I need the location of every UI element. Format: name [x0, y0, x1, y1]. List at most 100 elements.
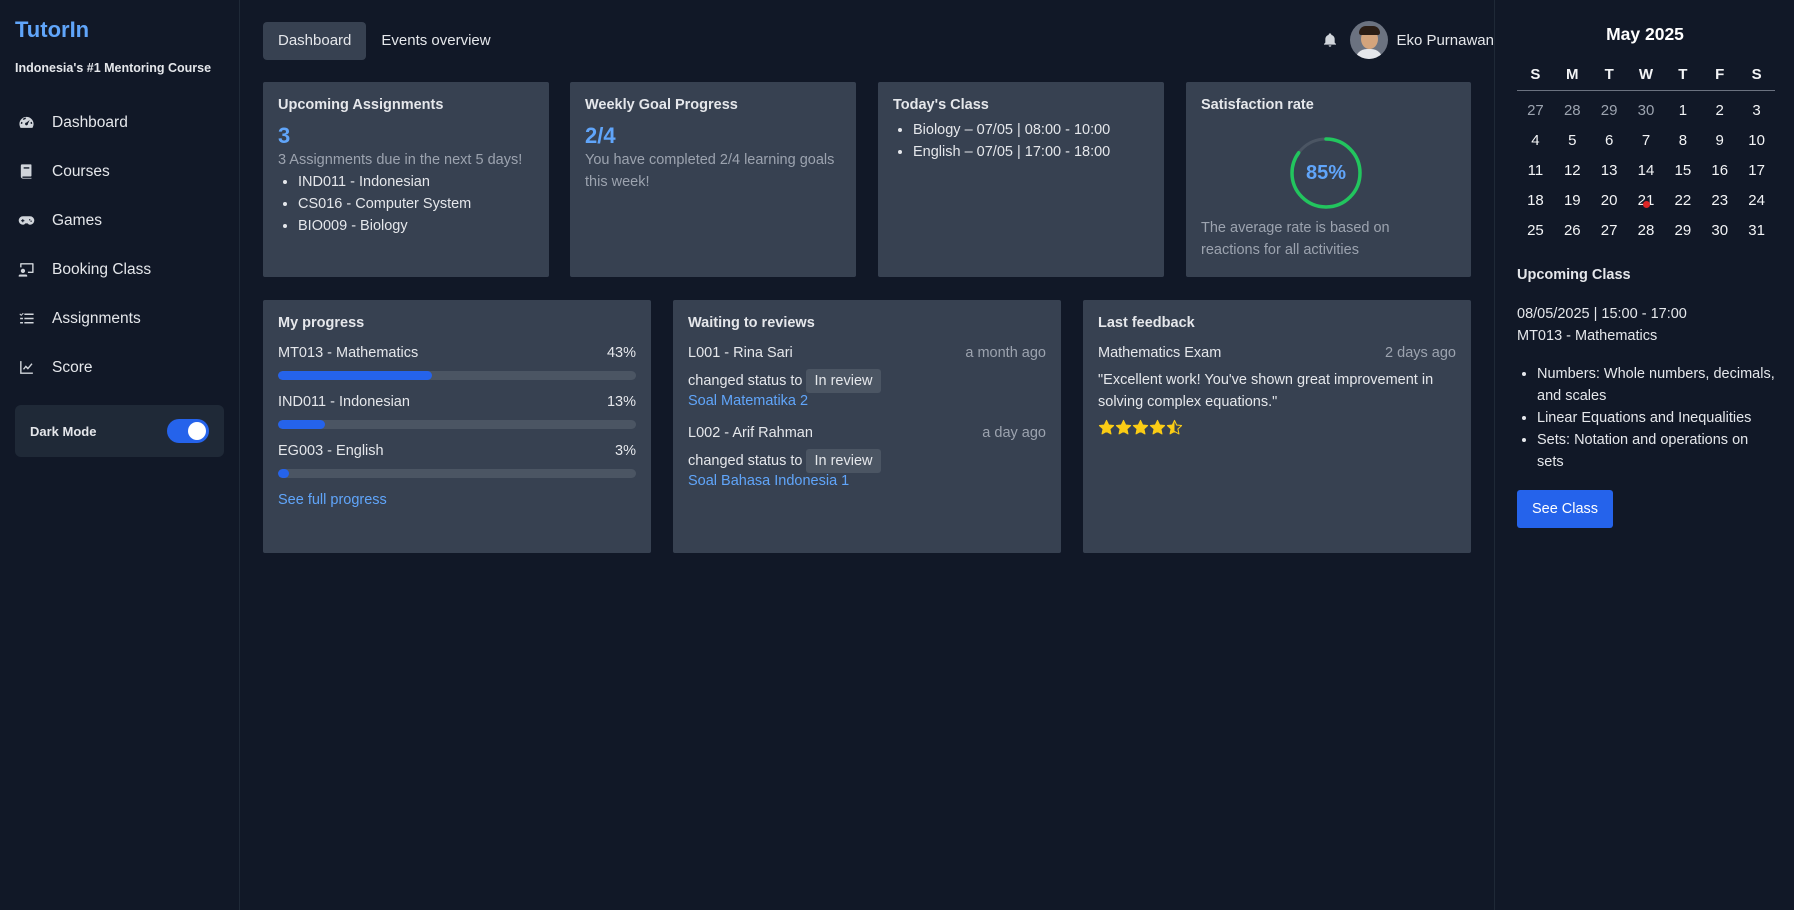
calendar-day-number: 2: [1715, 101, 1724, 119]
calendar-day[interactable]: 23: [1701, 192, 1738, 209]
card-title: My progress: [278, 315, 365, 331]
calendar-day[interactable]: 24: [1738, 192, 1775, 209]
calendar-day-number: 30: [1637, 101, 1655, 119]
bell-icon[interactable]: [1322, 32, 1338, 48]
calendar-day-number: 22: [1674, 191, 1692, 209]
calendar-day[interactable]: 10: [1738, 132, 1775, 149]
review-link[interactable]: Soal Bahasa Indonesia 1: [688, 473, 1046, 489]
sidebar-item-booking-class[interactable]: Booking Class: [15, 245, 225, 294]
status-badge: In review: [806, 369, 881, 393]
calendar-day-number: 12: [1563, 161, 1581, 179]
progress-item-mathematics: MT013 - Mathematics 43%: [278, 345, 636, 380]
calendar-day[interactable]: 15: [1664, 162, 1701, 179]
calendar-day[interactable]: 20: [1591, 192, 1628, 209]
review-time: a day ago: [982, 425, 1046, 441]
calendar-day[interactable]: 5: [1554, 132, 1591, 149]
todays-class-list: Biology – 07/05 | 08:00 - 10:00 English …: [893, 119, 1149, 163]
calendar-day[interactable]: 30: [1701, 222, 1738, 239]
chalkboard-icon: [15, 260, 37, 280]
review-author: L001 - Rina Sari: [688, 345, 793, 361]
progress-bar: [278, 371, 636, 380]
calendar-day[interactable]: 19: [1554, 192, 1591, 209]
card-title: Satisfaction rate: [1201, 97, 1314, 113]
dark-mode-panel: Dark Mode: [15, 405, 224, 457]
calendar-day[interactable]: 12: [1554, 162, 1591, 179]
list-item: CS016 - Computer System: [298, 193, 534, 215]
calendar-day[interactable]: 3: [1738, 102, 1775, 119]
feedback-subject: Mathematics Exam: [1098, 345, 1222, 361]
calendar-day[interactable]: 25: [1517, 222, 1554, 239]
calendar-week: 27 28 29 30 1 2 3: [1517, 95, 1775, 125]
upcoming-class-info: 08/05/2025 | 15:00 - 17:00 MT013 - Mathe…: [1517, 303, 1687, 347]
calendar-day[interactable]: 29: [1591, 102, 1628, 119]
calendar-day[interactable]: 28: [1554, 102, 1591, 119]
calendar-day[interactable]: 21: [1628, 192, 1665, 209]
progress-course: IND011 - Indonesian: [278, 394, 410, 410]
calendar-day[interactable]: 27: [1517, 102, 1554, 119]
calendar-day[interactable]: 8: [1664, 132, 1701, 149]
waiting-reviews-card: Waiting to reviews L001 - Rina Sari a mon…: [673, 300, 1061, 553]
calendar-day[interactable]: 14: [1628, 162, 1665, 179]
calendar-day[interactable]: 4: [1517, 132, 1554, 149]
sidebar-item-score[interactable]: Score: [15, 343, 225, 392]
sidebar-item-courses[interactable]: Courses: [15, 147, 225, 196]
weekday-label: S: [1530, 65, 1541, 83]
calendar-day[interactable]: 18: [1517, 192, 1554, 209]
calendar-day[interactable]: 7: [1628, 132, 1665, 149]
progress-course: MT013 - Mathematics: [278, 345, 419, 361]
calendar-week: 4 5 6 7 8 9 10: [1517, 125, 1775, 155]
review-link[interactable]: Soal Matematika 2: [688, 393, 1046, 409]
calendar-day-number: 4: [1531, 131, 1540, 149]
progress-percent: 43%: [606, 345, 636, 361]
calendar-day[interactable]: 9: [1701, 132, 1738, 149]
status-badge: In review: [806, 449, 881, 473]
calendar-day[interactable]: 2: [1701, 102, 1738, 119]
star-full-icon: [1098, 419, 1115, 435]
review-item: L002 - Arif Rahman a day ago changed stat…: [688, 425, 1046, 489]
dark-mode-toggle[interactable]: [167, 419, 209, 443]
brand-logo[interactable]: TutorIn: [15, 17, 89, 43]
sidebar-item-dashboard[interactable]: Dashboard: [15, 98, 225, 147]
calendar-day-number: 29: [1674, 221, 1692, 239]
list-item: BIO009 - Biology: [298, 215, 534, 237]
tab-dashboard[interactable]: Dashboard: [263, 22, 367, 60]
calendar-day[interactable]: 31: [1738, 222, 1775, 239]
sidebar-item-assignments[interactable]: Assignments: [15, 294, 225, 343]
toggle-knob: [188, 422, 206, 440]
tab-events-overview[interactable]: Events overview: [366, 22, 505, 60]
sidebar-item-games[interactable]: Games: [15, 196, 225, 245]
calendar-week: 25 26 27 28 29 30 31: [1517, 215, 1775, 245]
calendar-day-number: 3: [1752, 101, 1761, 119]
card-title: Today's Class: [893, 97, 989, 113]
calendar-day[interactable]: 6: [1591, 132, 1628, 149]
calendar-day[interactable]: 11: [1517, 162, 1554, 179]
calendar-day[interactable]: 27: [1591, 222, 1628, 239]
weekly-goal-value: 2/4: [585, 123, 616, 148]
calendar-day-number: 16: [1711, 161, 1729, 179]
see-full-progress-link[interactable]: See full progress: [278, 492, 636, 508]
calendar-day[interactable]: 30: [1628, 102, 1665, 119]
upcoming-assignments-card: Upcoming Assignments 3 3 Assignments due…: [263, 82, 549, 277]
calendar-week: 11 12 13 14 15 16 17: [1517, 155, 1775, 185]
calendar-day-number: 23: [1711, 191, 1729, 209]
weekly-goal-card: Weekly Goal Progress 2/4 You have comple…: [570, 82, 856, 277]
see-class-button[interactable]: See Class: [1517, 490, 1613, 528]
calendar-day[interactable]: 26: [1554, 222, 1591, 239]
upcoming-class-datetime: 08/05/2025 | 15:00 - 17:00: [1517, 306, 1687, 322]
weekday-label: S: [1751, 65, 1762, 83]
calendar-day[interactable]: 16: [1701, 162, 1738, 179]
calendar-day[interactable]: 29: [1664, 222, 1701, 239]
avatar[interactable]: [1350, 21, 1389, 59]
user-name[interactable]: Eko Purnawan: [1396, 32, 1494, 49]
star-full-icon: [1149, 419, 1166, 435]
status-prefix: changed status to: [688, 373, 803, 389]
progress-course: EG003 - English: [278, 443, 384, 459]
calendar-day[interactable]: 13: [1591, 162, 1628, 179]
todays-class-card: Today's Class Biology – 07/05 | 08:00 - …: [878, 82, 1164, 277]
calendar-day[interactable]: 1: [1664, 102, 1701, 119]
calendar-day[interactable]: 17: [1738, 162, 1775, 179]
upcoming-class-course: MT013 - Mathematics: [1517, 328, 1658, 344]
today-marker: [1642, 200, 1650, 208]
calendar-day[interactable]: 28: [1628, 222, 1665, 239]
calendar-day[interactable]: 22: [1664, 192, 1701, 209]
